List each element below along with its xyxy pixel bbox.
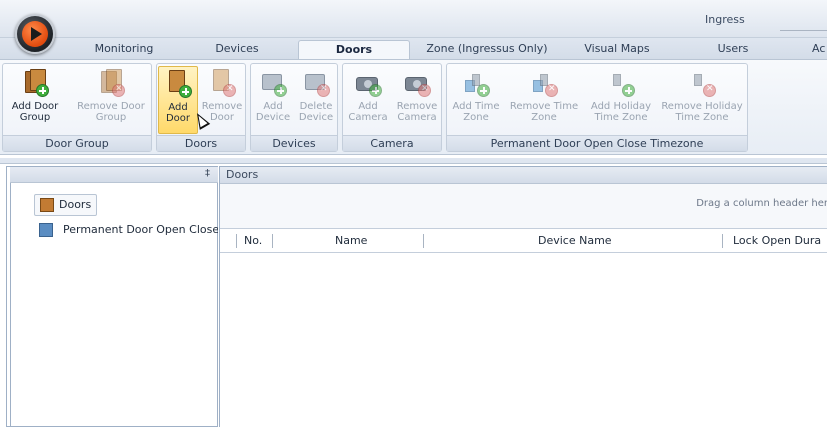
- ribbon: Add Door Group Remove Door Group Door Gr…: [0, 59, 827, 155]
- delete-device-icon: [302, 69, 330, 97]
- add-time-zone-label: Add Time Zone: [452, 101, 500, 123]
- workspace-top-border: [0, 158, 827, 164]
- application-menu-button[interactable]: [15, 14, 55, 54]
- group-by-panel[interactable]: Drag a column header her: [220, 184, 827, 229]
- tab-access[interactable]: Ac: [812, 40, 827, 60]
- tab-users[interactable]: Users: [708, 40, 758, 60]
- nav-item-permanent-label: Permanent Door Open Close: [63, 223, 218, 236]
- remove-time-zone-icon: [530, 69, 558, 97]
- column-separator: [722, 234, 723, 248]
- ribbon-group-camera: Add Camera Remove Camera Camera: [342, 63, 442, 152]
- remove-camera-icon: [403, 69, 431, 97]
- add-door-group-label: Add Door Group: [11, 101, 59, 123]
- tab-devices[interactable]: Devices: [202, 40, 272, 60]
- ribbon-group-permanent-door-timezone: Add Time Zone Remove Time Zone Add Holid…: [446, 63, 748, 152]
- remove-door-group-label: Remove Door Group: [77, 101, 145, 123]
- remove-door-group-icon: [97, 69, 125, 97]
- remove-time-zone-button[interactable]: Remove Time Zone: [505, 66, 583, 134]
- remove-camera-label: Remove Camera: [396, 101, 438, 123]
- column-header-lock-open-duration[interactable]: Lock Open Dura: [733, 229, 821, 253]
- tab-doors[interactable]: Doors: [298, 40, 410, 60]
- add-holiday-time-zone-label: Add Holiday Time Zone: [590, 101, 652, 123]
- add-door-label: Add Door: [165, 102, 191, 124]
- title-divider: [780, 30, 827, 31]
- add-time-zone-button[interactable]: Add Time Zone: [449, 66, 503, 134]
- add-door-button[interactable]: Add Door: [158, 66, 198, 134]
- devices-group-label: Devices: [251, 135, 337, 151]
- delete-device-button[interactable]: Delete Device: [295, 66, 337, 134]
- doors-grid-panel: Doors Drag a column header her No. Name …: [219, 166, 827, 427]
- add-holiday-time-zone-button[interactable]: Add Holiday Time Zone: [585, 66, 657, 134]
- window-title: Ingress: [705, 13, 745, 26]
- navigation-panel-header: ‡: [10, 167, 218, 183]
- remove-camera-button[interactable]: Remove Camera: [393, 66, 441, 134]
- tab-monitoring[interactable]: Monitoring: [84, 40, 164, 60]
- column-header-no[interactable]: No.: [244, 229, 262, 253]
- column-header-name[interactable]: Name: [335, 229, 367, 253]
- add-camera-icon: [354, 69, 382, 97]
- nav-item-doors[interactable]: Doors: [34, 194, 98, 216]
- ribbon-group-devices: Add Device Delete Device Devices: [250, 63, 338, 152]
- pin-icon[interactable]: ‡: [205, 168, 210, 179]
- remove-holiday-time-zone-label: Remove Holiday Time Zone: [661, 101, 743, 123]
- nav-item-doors-label: Doors: [59, 198, 92, 211]
- grid-panel-title: Doors: [220, 167, 827, 184]
- add-door-group-button[interactable]: Add Door Group: [3, 66, 67, 134]
- column-separator: [272, 234, 273, 248]
- remove-door-icon: [208, 69, 236, 97]
- add-camera-button[interactable]: Add Camera: [345, 66, 391, 134]
- permanent-door-icon: [39, 223, 53, 237]
- remove-time-zone-label: Remove Time Zone: [509, 101, 579, 123]
- remove-holiday-time-zone-icon: [688, 69, 716, 97]
- column-separator: [423, 234, 424, 248]
- delete-device-label: Delete Device: [298, 101, 334, 123]
- tab-zone-ingressus-only[interactable]: Zone (Ingressus Only): [423, 40, 551, 60]
- ribbon-group-door-group: Add Door Group Remove Door Group Door Gr…: [2, 63, 152, 152]
- add-camera-label: Add Camera: [348, 101, 388, 123]
- remove-holiday-time-zone-button[interactable]: Remove Holiday Time Zone: [659, 66, 745, 134]
- title-bar: Ingress: [0, 0, 827, 38]
- add-device-label: Add Device: [255, 101, 291, 123]
- camera-group-label: Camera: [343, 135, 441, 151]
- play-icon: [22, 21, 48, 47]
- grid-column-headers: No. Name Device Name Lock Open Dura: [220, 229, 827, 253]
- add-device-button[interactable]: Add Device: [253, 66, 293, 134]
- add-device-icon: [259, 69, 287, 97]
- doors-group-label: Doors: [157, 135, 245, 151]
- column-header-device-name[interactable]: Device Name: [538, 229, 612, 253]
- add-door-icon: [164, 70, 192, 98]
- nav-item-permanent-door-open-close[interactable]: Permanent Door Open Close: [34, 220, 218, 242]
- group-by-hint: Drag a column header her: [696, 198, 827, 209]
- ribbon-tab-strip: Monitoring Devices Doors Zone (Ingressus…: [0, 38, 827, 60]
- permanent-door-timezone-group-label: Permanent Door Open Close Timezone: [447, 135, 747, 151]
- tab-visual-maps[interactable]: Visual Maps: [577, 40, 657, 60]
- column-separator: [236, 234, 237, 248]
- door-group-group-label: Door Group: [3, 135, 151, 151]
- door-icon: [40, 198, 54, 212]
- add-holiday-time-zone-icon: [607, 69, 635, 97]
- ribbon-group-doors: Add Door Remove Door Doors: [156, 63, 246, 152]
- navigation-panel-edge: [10, 183, 11, 427]
- remove-door-group-button[interactable]: Remove Door Group: [71, 66, 151, 134]
- add-door-group-icon: [21, 69, 49, 97]
- add-time-zone-icon: [462, 69, 490, 97]
